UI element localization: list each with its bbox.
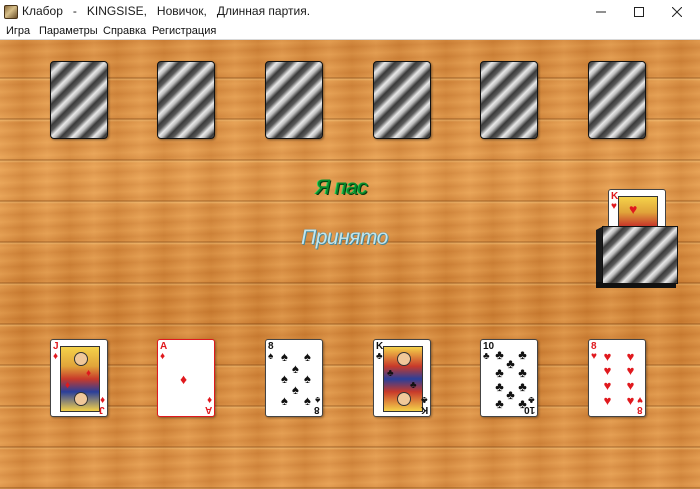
spade-icon: ♠ [268,351,274,362]
diamond-icon: ♦ [65,380,71,391]
diamond-icon: ♦ [160,351,166,362]
jack-figure: ♦ ♦ [60,346,100,412]
diamond-icon: ♦ [180,371,188,387]
club-icon: ♣ [518,379,527,394]
card-rank: 8 [314,404,320,415]
club-icon: ♣ [518,347,527,362]
card-rank: K [420,404,428,415]
heart-icon: ♥ [626,378,635,393]
menu-settings[interactable]: Параметры [39,25,98,37]
menu-game[interactable]: Игра [6,25,30,37]
spade-icon: ♠ [304,393,311,408]
spade-icon: ♠ [281,393,288,408]
diamond-icon: ♦ [53,351,59,362]
player-card[interactable]: ♦ ♦ J ♦ J ♦ [50,339,108,417]
player-card[interactable]: 10 ♣ ♣ ♣ ♣ ♣ ♣ ♣ ♣ ♣ ♣ ♣ 10 ♣ [480,339,538,417]
opponent-card [480,61,538,139]
club-icon: ♣ [376,351,383,362]
card-rank: J [99,404,105,415]
club-icon: ♣ [483,351,490,362]
club-icon: ♣ [410,380,417,391]
player-card[interactable]: 8 ♠ ♠ ♠ ♠ ♠ ♠ ♠ ♠ ♠ 8 ♠ [265,339,323,417]
window-title: Клабор - KINGSISE, Новичок, Длинная парт… [22,4,311,18]
player-card[interactable]: A ♦ ♦ A ♦ [157,339,215,417]
club-icon: ♣ [495,396,504,411]
opponent-card [373,61,431,139]
menu-help[interactable]: Справка [103,25,146,37]
minimize-icon [596,11,606,13]
club-icon: ♣ [387,368,394,379]
spade-icon: ♠ [314,394,320,405]
heart-icon: ♥ [603,349,612,364]
close-button[interactable] [654,0,700,24]
menu-registration[interactable]: Регистрация [152,25,216,37]
card-deck-icon [602,226,678,284]
heart-icon: ♥ [603,393,612,408]
heart-icon: ♥ [591,351,597,362]
heart-icon: ♥ [626,393,635,408]
title-bar: Клабор - KINGSISE, Новичок, Длинная парт… [0,0,700,24]
trump-card: K ♥ ♥ [608,189,666,229]
club-icon: ♣ [528,394,535,405]
card-rank: 8 [637,404,643,415]
maximize-icon [634,7,644,17]
diamond-icon: ♦ [99,394,105,405]
opponent-card [588,61,646,139]
heart-icon: ♥ [626,349,635,364]
diamond-icon: ♦ [86,368,92,379]
close-icon [672,7,682,17]
heart-icon: ♥ [603,363,612,378]
heart-icon: ♥ [611,201,617,212]
player-card[interactable]: 8 ♥ ♥ ♥ ♥ ♥ ♥ ♥ ♥ ♥ 8 ♥ [588,339,646,417]
app-icon [4,5,18,19]
heart-icon: ♥ [626,363,635,378]
opponent-card [50,61,108,139]
player-card[interactable]: ♣ ♣ K ♣ K ♣ [373,339,431,417]
heart-icon: ♥ [629,201,638,217]
club-icon: ♣ [421,394,428,405]
club-icon: ♣ [495,365,504,380]
club-icon: ♣ [518,365,527,380]
heart-icon: ♥ [603,378,612,393]
card-deck[interactable] [596,225,680,288]
opponent-card [265,61,323,139]
spade-icon: ♠ [304,371,311,386]
heart-icon: ♥ [637,394,643,405]
card-rank: A [204,404,212,415]
king-figure: ♣ ♣ [383,346,423,412]
diamond-icon: ♦ [206,394,212,405]
opponent-bid-message: Я пас [316,176,368,199]
game-table: Я пас Принято K ♥ ♥ ♦ ♦ J ♦ J ♦ A ♦ ♦ A … [0,40,700,489]
card-rank: 10 [523,404,535,415]
spade-icon: ♠ [304,349,311,364]
menu-bar: Игра Параметры Справка Регистрация [0,24,700,40]
king-figure [618,196,658,228]
opponent-card [157,61,215,139]
status-message: Принято [301,226,388,249]
